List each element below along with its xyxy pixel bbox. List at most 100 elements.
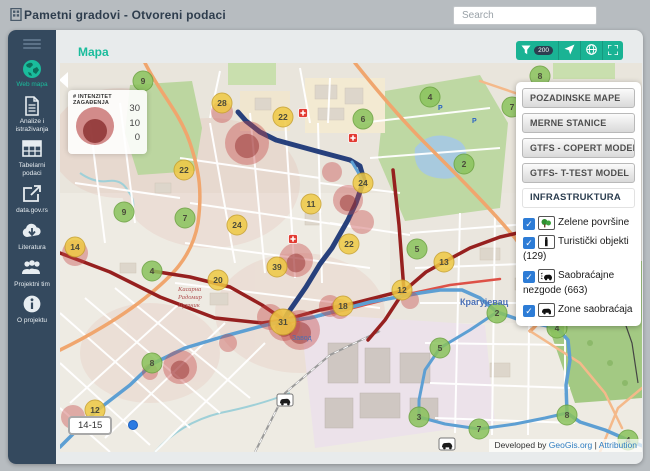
map-marker-yellow[interactable]: 13 [434,252,454,272]
fullscreen-button[interactable] [603,41,623,60]
layer-checkbox[interactable]: ✓ [523,218,535,230]
tree-icon [538,216,555,230]
globe-icon [8,59,56,80]
heat-circle-core [287,254,306,273]
sidebar-item-projektni-tim[interactable]: Projektni tim [8,259,56,289]
svg-text:31: 31 [278,317,288,327]
map-marker-yellow[interactable]: 28 [212,93,232,113]
legend-section-gtfs-copert-model[interactable]: GTFS - COPERT MODEL [522,138,635,158]
hospital-icon [299,109,308,118]
intensity-value: 0 [129,131,140,146]
map-marker-green[interactable]: 7 [469,419,489,439]
svg-text:18: 18 [338,301,348,311]
filter-icon [521,42,531,60]
map-marker-green[interactable]: 9 [114,202,134,222]
map-marker-yellow[interactable]: 11 [301,194,321,214]
car-crash-icon [538,269,555,283]
svg-text:2: 2 [495,308,500,318]
svg-text:9: 9 [141,76,146,86]
heat-circle-core [171,361,190,380]
legend-items: ✓Zelene površine✓Turistički objekti (129… [522,213,635,317]
svg-text:24: 24 [232,220,242,230]
sidebar-item-analize[interactable]: Analize i istraživanja [8,96,56,134]
legend-section-pozadinske-mape[interactable]: POZADINSKE MAPE [522,88,635,108]
map-marker-yellow[interactable]: 12 [392,280,412,300]
map-label: Путник [177,302,201,309]
svg-text:11: 11 [307,199,316,209]
legend-section-merne-stanice[interactable]: MERNE STANICE [522,113,635,133]
map-label: Крагујевац [460,297,509,307]
attribution-link[interactable]: Attribution [599,440,637,450]
locate-button[interactable] [559,41,581,60]
sidebar-item-literatura[interactable]: Literatura [8,222,56,252]
search-input[interactable] [453,6,597,25]
map-marker-green[interactable]: 4 [142,261,162,281]
map-marker-green[interactable]: 5 [407,239,427,259]
legend-section-infrastruktura[interactable]: INFRASTRUKTURA [522,188,635,208]
map-label: Касарна [177,286,201,293]
map-marker-yellow[interactable]: 22 [174,160,194,180]
external-link-icon [8,185,56,206]
svg-text:4: 4 [150,266,155,276]
svg-text:2: 2 [462,159,467,169]
layers-panel: POZADINSKE MAPE MERNE STANICE GTFS - COPER… [516,82,641,326]
map-marker-yellow[interactable]: 24 [353,173,373,193]
svg-text:12: 12 [397,285,407,295]
map-marker-yellow[interactable]: 22 [273,107,293,127]
sidebar-item-label: data.gov.rs [8,206,56,215]
globe-button[interactable] [581,41,603,60]
map-marker-yellow[interactable]: 18 [333,296,353,316]
layer-checkbox[interactable]: ✓ [523,271,535,283]
svg-text:22: 22 [344,239,354,249]
app-title: Pametni gradovi - Otvoreni podaci [24,8,226,22]
map-marker-green[interactable]: 5 [430,338,450,358]
intensity-circle-inner [83,119,107,143]
sidebar-item-data-gov-rs[interactable]: data.gov.rs [8,185,56,215]
intensity-value: 10 [129,117,140,132]
fullscreen-icon [608,42,618,60]
sidebar-item-o-projektu[interactable]: O projektu [8,295,56,325]
svg-text:14: 14 [70,242,80,252]
map-label: Завод [292,335,312,342]
geogis-link[interactable]: GeoGis.org [549,440,592,450]
app-icon [10,8,22,21]
map-marker-yellow[interactable]: 22 [339,234,359,254]
sidebar-item-label: O projektu [8,316,56,325]
svg-text:20: 20 [213,275,223,285]
map-marker-green[interactable]: 2 [454,154,474,174]
map-marker-yellow[interactable]: 24 [227,215,247,235]
location-marker[interactable] [129,421,138,430]
sidebar-item-web-mapa[interactable]: Web mapa [8,59,56,89]
heat-circle [350,210,374,234]
legend-section-gtfs-t-test-model[interactable]: GTFS- T-TEST MODEL [522,163,635,183]
map-marker-green[interactable]: 6 [353,109,373,129]
svg-text:7: 7 [510,102,515,112]
map-marker-yellow[interactable]: 31 [270,309,296,335]
menu-icon[interactable] [23,39,41,49]
map-marker-green[interactable]: 3 [409,407,429,427]
legend-layer-row: ✓Saobraćajne nezgode (663) [523,268,635,298]
heat-circle-core [340,195,357,212]
hospital-icon [289,235,298,244]
map-marker-green[interactable]: 8 [557,405,577,425]
map-marker-green[interactable]: 9 [133,71,153,91]
map-label: Радомир [177,294,203,301]
map-marker-green[interactable]: 4 [420,87,440,107]
globe-icon [586,42,597,60]
layer-checkbox[interactable]: ✓ [523,305,535,317]
filter-button[interactable]: 200 [516,41,559,60]
traffic-zone-icon[interactable] [439,438,455,450]
svg-text:7: 7 [477,424,482,434]
map-marker-yellow[interactable]: 39 [267,257,287,277]
layer-checkbox[interactable]: ✓ [523,237,535,249]
map-marker-green[interactable]: 8 [142,353,162,373]
sidebar-item-tabelarni[interactable]: Tabelarni podaci [8,140,56,178]
traffic-zone-icon[interactable] [277,394,293,406]
time-range-label[interactable]: 14-15 [68,416,112,435]
svg-text:22: 22 [278,112,288,122]
map-marker-green[interactable]: 7 [175,208,195,228]
map-marker-yellow[interactable]: 20 [208,270,228,290]
map-marker-yellow[interactable]: 14 [65,237,85,257]
svg-text:12: 12 [90,405,100,415]
legend-layer-row: ✓Turistički objekti (129) [523,234,635,264]
